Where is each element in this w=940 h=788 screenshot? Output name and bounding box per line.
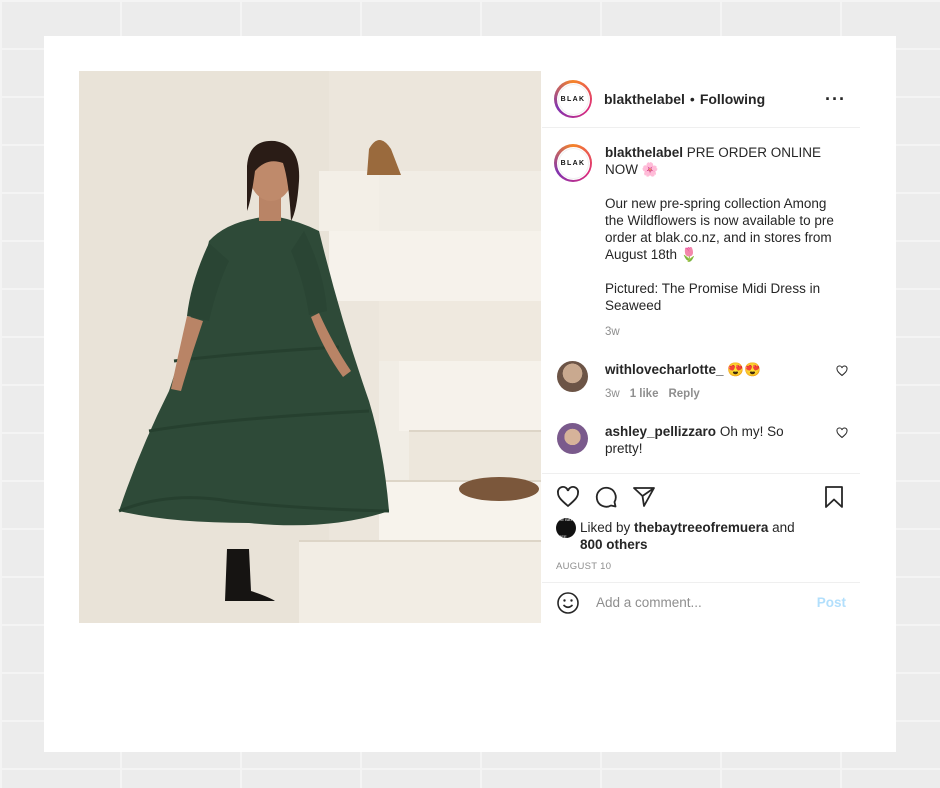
following-button[interactable]: Following <box>700 91 765 107</box>
caption: BLAK blakthelabel PRE ORDER ONLINE NOW 🌸… <box>554 144 848 341</box>
comment-username[interactable]: ashley_pellizzaro <box>605 424 716 439</box>
comment-reply-button[interactable]: Reply <box>668 388 699 400</box>
post-comment-button[interactable]: Post <box>817 595 846 610</box>
emoji-smiley-icon[interactable] <box>556 591 580 615</box>
comment-item: ashley_pellizzaro Oh my! So pretty! <box>554 423 848 457</box>
caption-username[interactable]: blakthelabel <box>605 145 683 160</box>
more-horizontal-icon[interactable]: ··· <box>825 90 846 108</box>
post-date[interactable]: August 10 <box>556 561 846 572</box>
likes-summary: THE BAY TREE Liked by thebaytreeofremuer… <box>556 517 846 553</box>
commenter-avatar[interactable] <box>557 361 588 392</box>
liker-avatar-logo-text: THE BAY TREE <box>556 517 573 539</box>
likes-prefix: Liked by <box>580 520 635 535</box>
comments-list[interactable]: BLAK blakthelabel PRE ORDER ONLINE NOW 🌸… <box>542 128 860 473</box>
post-panel: BLAK blakthelabel • Following ··· BLAK b… <box>542 71 860 623</box>
commenter-avatar[interactable] <box>557 423 588 454</box>
caption-avatar[interactable]: BLAK <box>554 144 592 182</box>
add-comment-input[interactable] <box>596 595 796 610</box>
comment-item: withlovecharlotte_ 😍😍 3w 1 like Reply <box>554 361 848 403</box>
post-header: BLAK blakthelabel • Following ··· <box>542 71 860 128</box>
comment-like-heart-icon[interactable] <box>836 427 848 439</box>
liker-username[interactable]: thebaytreeofremuera <box>634 520 768 535</box>
caption-time[interactable]: 3w <box>605 324 848 341</box>
avatar-logo-text: BLAK <box>560 159 586 167</box>
likes-others[interactable]: 800 others <box>580 537 648 552</box>
likes-and: and <box>768 520 795 535</box>
post-username[interactable]: blakthelabel <box>604 91 685 107</box>
comment-time[interactable]: 3w <box>605 388 620 400</box>
comment-bubble-icon[interactable] <box>594 485 618 509</box>
liker-avatar[interactable]: THE BAY TREE <box>556 517 576 539</box>
comment-likes[interactable]: 1 like <box>630 388 659 400</box>
profile-avatar[interactable]: BLAK <box>554 80 592 118</box>
separator-dot: • <box>689 91 695 107</box>
post-image[interactable] <box>79 71 541 623</box>
comment-like-heart-icon[interactable] <box>836 365 848 377</box>
comment-text: 😍😍 <box>723 362 761 377</box>
like-heart-icon[interactable] <box>556 485 580 509</box>
add-comment-bar: Post <box>542 582 860 622</box>
caption-paragraph-2: Our new pre-spring collection Among the … <box>605 196 834 262</box>
caption-paragraph-3: Pictured: The Promise Midi Dress in Seaw… <box>605 281 821 313</box>
share-send-icon[interactable] <box>632 485 656 509</box>
bookmark-save-icon[interactable] <box>822 485 846 509</box>
comment-username[interactable]: withlovecharlotte_ <box>605 362 724 377</box>
avatar-logo-text: BLAK <box>560 95 586 103</box>
post-actions: THE BAY TREE Liked by thebaytreeofremuer… <box>542 473 860 582</box>
